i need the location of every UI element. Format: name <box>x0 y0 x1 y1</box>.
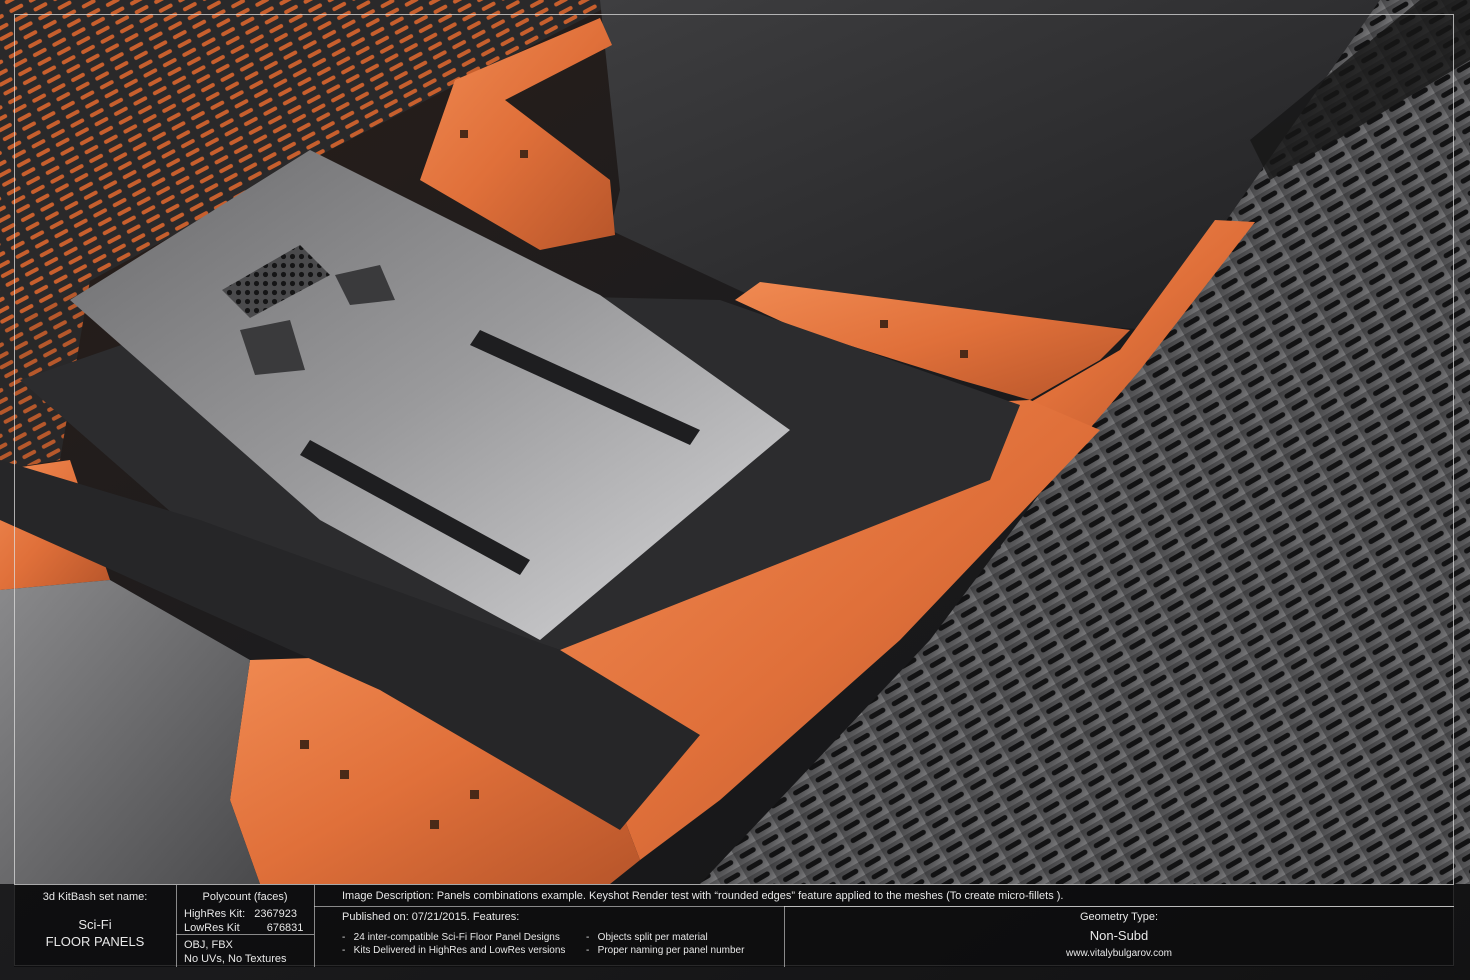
geometry-value: Non-Subd <box>1089 928 1149 943</box>
website-link[interactable]: www.vitalybulgarov.com <box>784 948 1454 959</box>
set-name-label: 3d KitBash set name: <box>42 891 148 903</box>
published-date: Published on: 07/21/2015. Features: <box>342 911 520 923</box>
feature-item: Kits Delivered in HighRes and LowRes ver… <box>353 945 566 956</box>
render-scene <box>0 0 1470 980</box>
lowres-value: 676831 <box>266 922 304 934</box>
feature-item: 24 inter-compatible Sci-Fi Floor Panel D… <box>353 932 560 943</box>
highres-value: 2367923 <box>254 908 298 920</box>
set-name-line1: Sci-Fi <box>78 917 112 932</box>
feature-item: Proper naming per panel number <box>597 945 745 956</box>
feature-item: Objects split per material <box>597 932 708 943</box>
formats: OBJ, FBX <box>184 939 233 951</box>
highres-label: HighRes Kit: <box>184 908 246 920</box>
polycount-label: Polycount (faces) <box>202 891 288 903</box>
divider <box>784 906 1454 907</box>
divider <box>176 934 314 935</box>
set-name-line2: FLOOR PANELS <box>45 934 145 949</box>
lowres-label: LowRes Kit <box>184 922 240 934</box>
uv-note: No UVs, No Textures <box>184 953 287 965</box>
info-bar: 3d KitBash set name: Sci-Fi FLOOR PANELS… <box>14 884 1454 967</box>
divider <box>314 885 315 967</box>
image-description: Image Description: Panels combinations e… <box>342 890 1064 902</box>
geometry-label: Geometry Type: <box>1079 911 1159 923</box>
